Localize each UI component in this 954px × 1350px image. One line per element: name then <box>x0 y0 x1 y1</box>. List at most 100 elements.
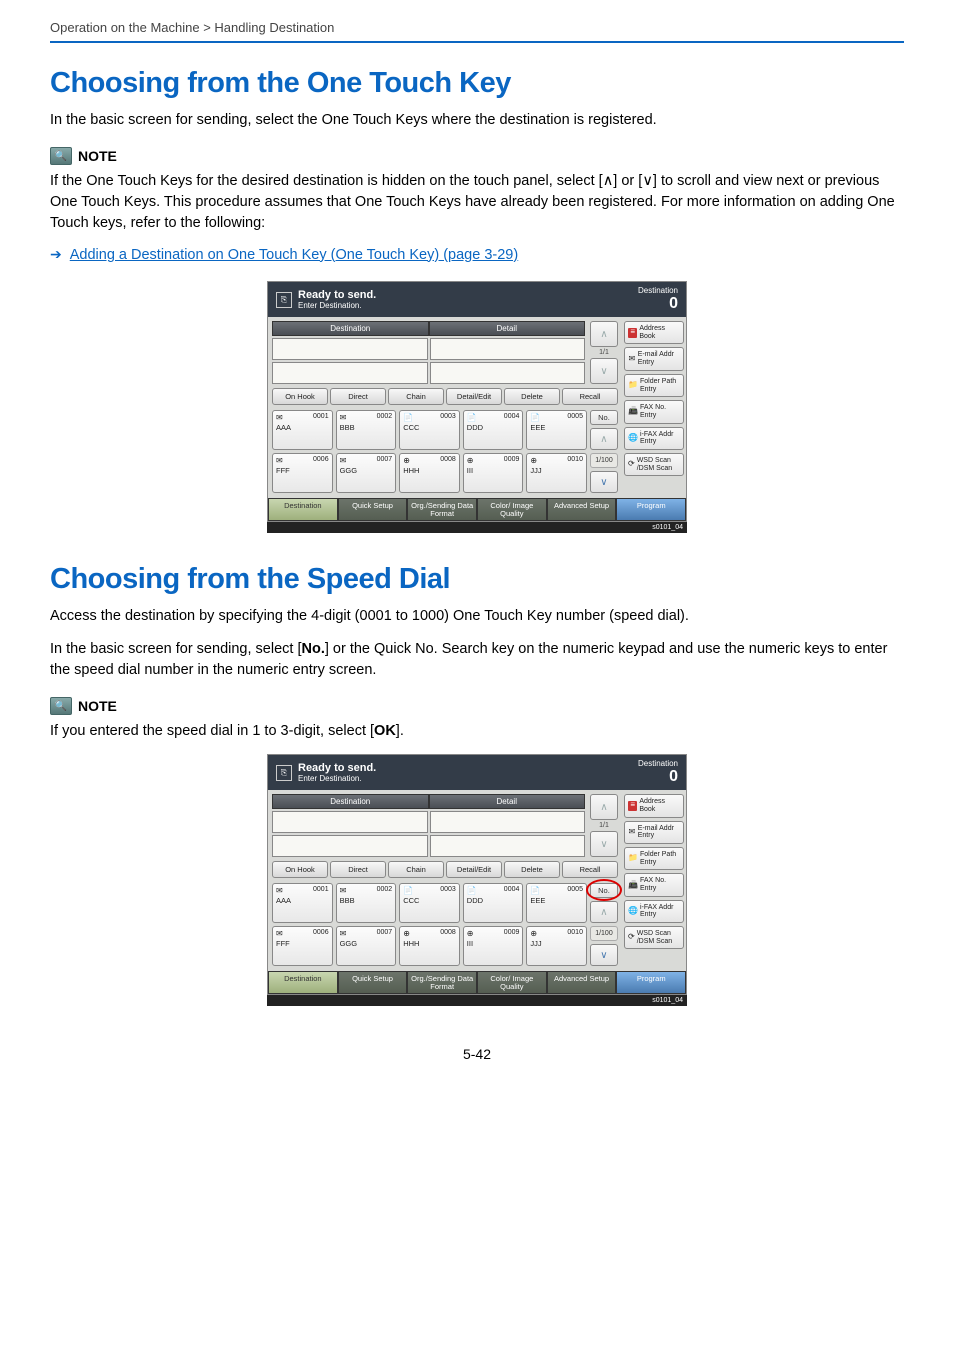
fax-entry-button[interactable]: 📠FAX No. Entry <box>624 873 684 896</box>
email-entry-button[interactable]: ✉E-mail Addr Entry <box>624 347 684 370</box>
scroll-up-icon[interactable]: ∧ <box>590 794 618 820</box>
one-touch-key[interactable]: 📄0005EEE <box>526 410 587 450</box>
tab-org-sending[interactable]: Org./Sending Data Format <box>407 498 477 521</box>
one-touch-key[interactable]: ⊕0009III <box>463 453 524 493</box>
one-touch-key[interactable]: ✉0006FFF <box>272 453 333 493</box>
scroll-up-icon[interactable]: ∧ <box>590 321 618 347</box>
recall-button[interactable]: Recall <box>562 388 618 405</box>
one-touch-key[interactable]: ⊕0009III <box>463 926 524 966</box>
tab-color-quality[interactable]: Color/ Image Quality <box>477 498 547 521</box>
wsd-scan-button[interactable]: ⟳WSD Scan /DSM Scan <box>624 926 684 949</box>
one-touch-key[interactable]: ✉0001AAA <box>272 410 333 450</box>
panel-subtitle: Enter Destination. <box>298 774 362 783</box>
ifax-entry-button[interactable]: 🌐i-FAX Addr Entry <box>624 900 684 923</box>
one-touch-key[interactable]: ⊕0010JJJ <box>526 453 587 493</box>
tab-advanced[interactable]: Advanced Setup <box>547 971 617 994</box>
xref-link[interactable]: Adding a Destination on One Touch Key (O… <box>70 247 518 263</box>
mail-icon: ✉ <box>340 886 347 895</box>
one-touch-key[interactable]: ✉0001AAA <box>272 883 333 923</box>
ifax-icon: 🌐 <box>628 906 638 916</box>
direct-button[interactable]: Direct <box>330 388 386 405</box>
scroll-down-icon[interactable]: ∨ <box>590 358 618 384</box>
mail-icon: ✉ <box>276 886 283 895</box>
tab-program[interactable]: Program <box>616 971 686 994</box>
folder-entry-button[interactable]: 📁Folder Path Entry <box>624 374 684 397</box>
touch-panel-screenshot-a: ⎘ Ready to send. Enter Destination. Dest… <box>267 281 687 522</box>
one-touch-key[interactable]: ⊕0008HHH <box>399 926 460 966</box>
folder-icon: 📁 <box>628 381 638 391</box>
on-hook-button[interactable]: On Hook <box>272 388 328 405</box>
email-entry-button[interactable]: ✉E-mail Addr Entry <box>624 821 684 844</box>
on-hook-button[interactable]: On Hook <box>272 861 328 878</box>
delete-button[interactable]: Delete <box>504 861 560 878</box>
detail-edit-button[interactable]: Detail/Edit <box>446 388 502 405</box>
fax-entry-button[interactable]: 📠FAX No. Entry <box>624 400 684 423</box>
detail-cell <box>430 362 586 384</box>
chain-button[interactable]: Chain <box>388 388 444 405</box>
tab-advanced[interactable]: Advanced Setup <box>547 498 617 521</box>
detail-cell <box>430 835 586 857</box>
tab-program[interactable]: Program <box>616 498 686 521</box>
scroll-down-icon[interactable]: ∨ <box>590 831 618 857</box>
doc-icon: 📄 <box>403 413 413 422</box>
key-scroll-down-icon[interactable]: ∨ <box>590 944 618 966</box>
chain-button[interactable]: Chain <box>388 861 444 878</box>
mail-icon: ✉ <box>276 456 283 465</box>
doc-icon: 📄 <box>467 886 477 895</box>
one-touch-key[interactable]: ✉0007GGG <box>336 926 397 966</box>
scan-icon: ⟳ <box>628 933 635 943</box>
mail-icon: ✉ <box>276 413 283 422</box>
tab-quick-setup[interactable]: Quick Setup <box>338 971 408 994</box>
folder-entry-button[interactable]: 📁Folder Path Entry <box>624 847 684 870</box>
key-scroll-down-icon[interactable]: ∨ <box>590 471 618 493</box>
doc-icon: 📄 <box>530 886 540 895</box>
one-touch-key[interactable]: ⊕0010JJJ <box>526 926 587 966</box>
direct-button[interactable]: Direct <box>330 861 386 878</box>
address-book-button[interactable]: ≡Address Book <box>624 321 684 344</box>
tab-destination[interactable]: Destination <box>268 971 338 994</box>
address-book-button[interactable]: ≡Address Book <box>624 794 684 817</box>
one-touch-key[interactable]: 📄0003CCC <box>399 410 460 450</box>
key-scroll-up-icon[interactable]: ∧ <box>590 428 618 450</box>
one-touch-key[interactable]: 📄0004DDD <box>463 410 524 450</box>
one-touch-key[interactable]: ✉0002BBB <box>336 883 397 923</box>
dest-count: 0 <box>669 768 678 785</box>
divider <box>50 41 904 43</box>
key-scroll-up-icon[interactable]: ∧ <box>590 901 618 923</box>
send-icon: ⎘ <box>276 765 292 781</box>
one-touch-key[interactable]: ✉0006FFF <box>272 926 333 966</box>
mail-icon: ✉ <box>628 827 636 837</box>
ifax-entry-button[interactable]: 🌐i-FAX Addr Entry <box>624 427 684 450</box>
recall-button[interactable]: Recall <box>562 861 618 878</box>
key-page-indicator: 1/100 <box>590 453 618 468</box>
one-touch-key[interactable]: 📄0005EEE <box>526 883 587 923</box>
tab-color-quality[interactable]: Color/ Image Quality <box>477 971 547 994</box>
one-touch-key[interactable]: ⊕0008HHH <box>399 453 460 493</box>
delete-button[interactable]: Delete <box>504 388 560 405</box>
wsd-scan-button[interactable]: ⟳WSD Scan /DSM Scan <box>624 453 684 476</box>
group-icon: ⊕ <box>403 456 410 465</box>
one-touch-key[interactable]: ✉0007GGG <box>336 453 397 493</box>
note-label: NOTE <box>78 698 117 714</box>
touch-panel-screenshot-b: ⎘ Ready to send. Enter Destination. Dest… <box>267 754 687 995</box>
tab-destination[interactable]: Destination <box>268 498 338 521</box>
note-icon <box>50 147 72 165</box>
page-indicator: 1/1 <box>590 349 618 356</box>
send-icon: ⎘ <box>276 292 292 308</box>
tab-quick-setup[interactable]: Quick Setup <box>338 498 408 521</box>
mail-icon: ✉ <box>340 413 347 422</box>
page-number: 5-42 <box>50 1046 904 1062</box>
tab-org-sending[interactable]: Org./Sending Data Format <box>407 971 477 994</box>
no-button[interactable]: No. <box>590 410 618 425</box>
one-touch-key[interactable]: 📄0003CCC <box>399 883 460 923</box>
no-button[interactable]: No. <box>590 883 618 898</box>
detail-edit-button[interactable]: Detail/Edit <box>446 861 502 878</box>
one-touch-key[interactable]: 📄0004DDD <box>463 883 524 923</box>
dest-label: Destination <box>638 286 678 295</box>
group-icon: ⊕ <box>530 456 537 465</box>
col-detail: Detail <box>429 321 586 336</box>
one-touch-key[interactable]: ✉0002BBB <box>336 410 397 450</box>
dest-label: Destination <box>638 759 678 768</box>
folder-icon: 📁 <box>628 854 638 864</box>
key-page-indicator: 1/100 <box>590 926 618 941</box>
